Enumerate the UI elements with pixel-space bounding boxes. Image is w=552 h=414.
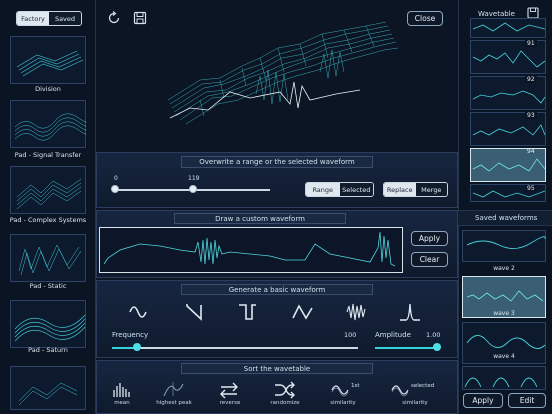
frame-number: 91 bbox=[525, 40, 537, 47]
triangle-icon[interactable] bbox=[290, 300, 316, 324]
frame-number-selected: 94 bbox=[527, 148, 535, 155]
saved-tab[interactable]: Saved bbox=[49, 12, 81, 25]
saved-waveform[interactable] bbox=[462, 366, 546, 390]
saved-waveform-image bbox=[464, 377, 538, 388]
preset-label: Pad - Saturn bbox=[28, 346, 68, 354]
preset-thumbnail[interactable] bbox=[10, 36, 86, 84]
noise-icon[interactable] bbox=[344, 300, 370, 324]
range-start-handle[interactable] bbox=[111, 185, 119, 193]
preset-label: Pad - Static bbox=[29, 282, 67, 290]
saved-waveform-label: wave 3 bbox=[493, 310, 515, 317]
amplitude-slider-fill bbox=[375, 347, 437, 349]
drawn-waveform bbox=[103, 231, 396, 267]
square-icon[interactable] bbox=[236, 300, 262, 324]
sort-title: Sort the wavetable bbox=[181, 363, 373, 374]
preset-label: Pad - Signal Transfer bbox=[14, 151, 82, 159]
similarity-selected-badge: selected bbox=[411, 383, 435, 389]
generate-title: Generate a basic waveform bbox=[181, 284, 373, 295]
draw-canvas[interactable] bbox=[99, 227, 403, 273]
preset-waveform-image bbox=[16, 178, 82, 210]
frequency-slider-track[interactable] bbox=[112, 347, 358, 349]
frame-number: 95 bbox=[525, 185, 537, 192]
replace-button[interactable]: Replace bbox=[384, 183, 416, 196]
range-start-value: 0 bbox=[114, 175, 118, 182]
draw-clear-button[interactable]: Clear bbox=[411, 252, 448, 267]
pulse-icon[interactable] bbox=[397, 300, 423, 324]
write-mode-toggle: Replace Merge bbox=[383, 182, 448, 197]
amplitude-value: 1.00 bbox=[426, 331, 441, 339]
amplitude-slider-handle[interactable] bbox=[433, 343, 441, 351]
sort-label-similarity-selected: similarity bbox=[402, 400, 428, 406]
factory-tab[interactable]: Factory bbox=[17, 12, 49, 25]
merge-button[interactable]: Merge bbox=[415, 183, 447, 196]
randomize-icon[interactable] bbox=[272, 378, 298, 402]
range-end-handle[interactable] bbox=[189, 185, 197, 193]
preset-label: Pad - Complex Systems bbox=[9, 216, 87, 224]
wavetable-frame[interactable] bbox=[470, 18, 546, 38]
sine-icon[interactable] bbox=[127, 300, 153, 324]
sort-label-reverse: reverse bbox=[219, 400, 241, 406]
preset-label: Division bbox=[35, 85, 61, 93]
saved-waveform[interactable] bbox=[462, 230, 546, 262]
preset-thumbnail[interactable] bbox=[10, 366, 86, 410]
frame-waveform bbox=[472, 22, 545, 32]
saved-waveforms-title: Saved waveforms bbox=[475, 214, 538, 222]
wavetable-3d-view bbox=[167, 21, 399, 125]
sort-label-similarity-1st: similarity bbox=[330, 400, 356, 406]
saved-apply-button[interactable]: Apply bbox=[463, 393, 503, 408]
similarity-selected-icon[interactable] bbox=[390, 378, 416, 402]
preset-waveform-image bbox=[14, 314, 86, 342]
reset-icon[interactable] bbox=[107, 11, 121, 25]
range-mode-toggle: Range Selected bbox=[305, 182, 374, 197]
reverse-icon[interactable] bbox=[217, 378, 243, 402]
frequency-value: 100 bbox=[344, 331, 357, 339]
preset-thumbnail[interactable] bbox=[10, 100, 87, 148]
saved-waveform-label: wave 4 bbox=[493, 353, 515, 360]
sort-label-mean: mean bbox=[114, 400, 130, 406]
saved-edit-button[interactable]: Edit bbox=[508, 393, 546, 408]
range-button[interactable]: Range bbox=[306, 183, 340, 196]
overwrite-title: Overwrite a range or the selected wavefo… bbox=[181, 156, 373, 168]
preset-waveform-image bbox=[18, 382, 78, 406]
similarity-1st-badge: 1st bbox=[351, 383, 360, 389]
preset-thumbnail[interactable] bbox=[10, 234, 86, 282]
preset-thumbnail[interactable] bbox=[10, 166, 86, 214]
draw-apply-button[interactable]: Apply bbox=[411, 231, 448, 246]
highest-peak-icon[interactable] bbox=[161, 378, 187, 402]
frequency-slider-handle[interactable] bbox=[132, 343, 141, 351]
frequency-label: Frequency bbox=[112, 331, 149, 339]
preset-source-toggle: Factory Saved bbox=[16, 11, 82, 26]
preset-thumbnail[interactable] bbox=[10, 300, 86, 348]
sawtooth-icon[interactable] bbox=[182, 300, 208, 324]
saved-waveform-label: wave 2 bbox=[493, 265, 515, 272]
sort-label-randomize: randomize bbox=[270, 400, 300, 406]
preset-waveform-image bbox=[16, 50, 84, 77]
saved-waveform-image bbox=[466, 236, 546, 249]
sort-label-highest-peak: highest peak bbox=[156, 400, 192, 406]
selected-button[interactable]: Selected bbox=[339, 183, 373, 196]
close-button[interactable]: Close bbox=[407, 11, 443, 26]
wavetable-title: Wavetable bbox=[478, 10, 515, 18]
mean-icon[interactable] bbox=[109, 378, 135, 402]
similarity-1st-icon[interactable] bbox=[330, 378, 356, 402]
preset-waveform-image bbox=[14, 113, 87, 141]
save-icon[interactable] bbox=[133, 11, 147, 25]
preset-waveform-image bbox=[18, 244, 82, 276]
range-end-value: 119 bbox=[188, 175, 200, 182]
frame-number: 92 bbox=[525, 76, 537, 83]
draw-title: Draw a custom waveform bbox=[174, 213, 346, 224]
frame-number: 93 bbox=[525, 112, 537, 119]
amplitude-label: Amplitude bbox=[375, 331, 411, 339]
